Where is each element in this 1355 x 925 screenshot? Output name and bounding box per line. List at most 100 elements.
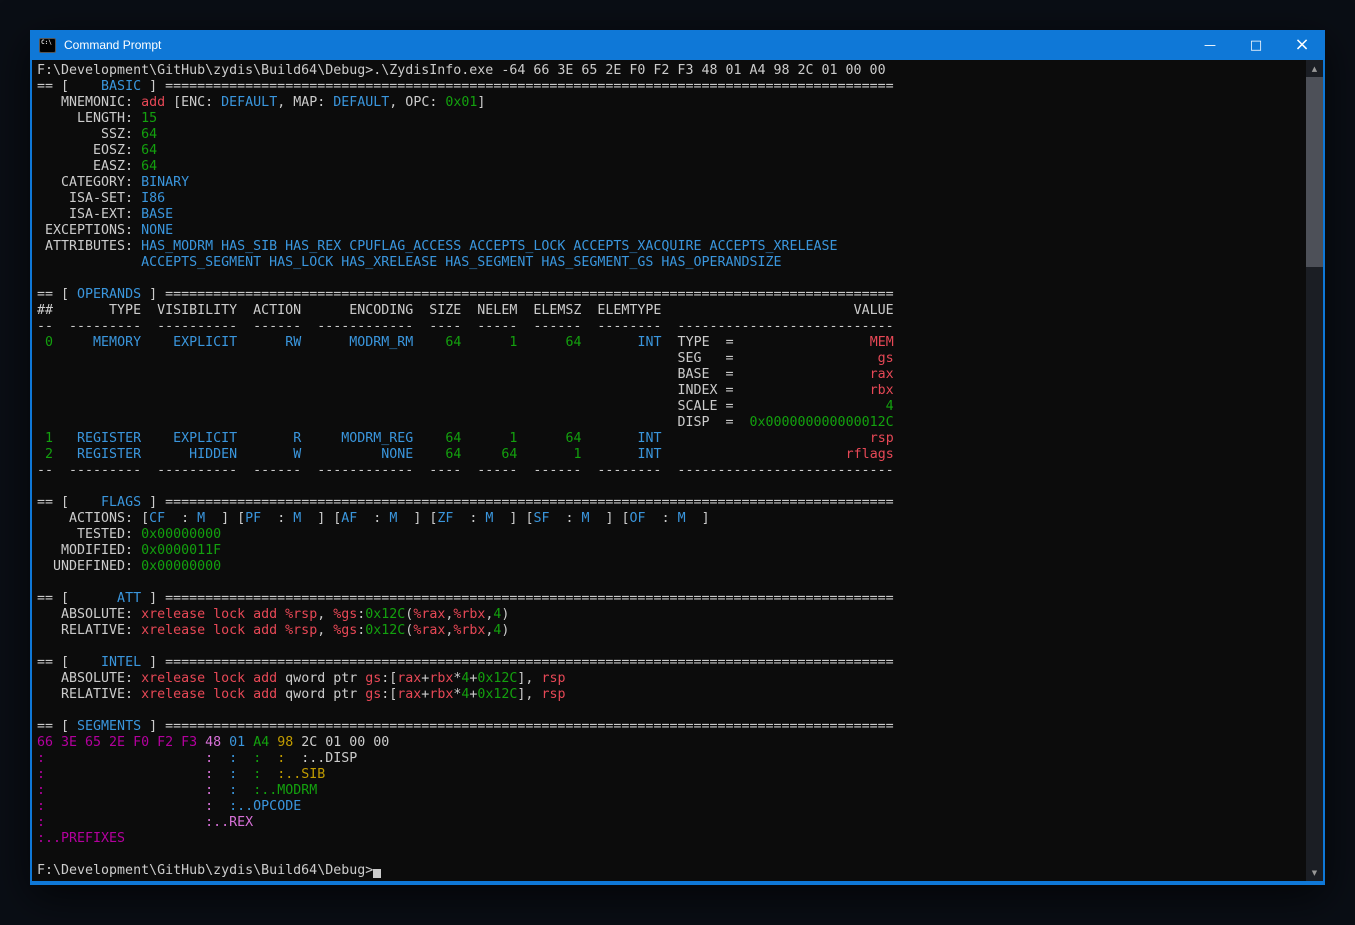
text-segment bbox=[733, 399, 885, 414]
text-segment: TYPE = bbox=[662, 335, 734, 350]
text-segment: : bbox=[165, 511, 197, 526]
text-segment: 0x12C bbox=[365, 623, 405, 638]
console-body: F:\Development\GitHub\zydis\Build64\Debu… bbox=[32, 60, 1323, 881]
text-segment bbox=[53, 335, 69, 350]
text-segment: xrelease lock add bbox=[141, 671, 277, 686]
close-button[interactable]: × bbox=[1279, 30, 1325, 60]
text-segment bbox=[45, 783, 205, 798]
text-segment: SCALE = bbox=[677, 399, 733, 414]
text-segment: 0x0000011F bbox=[141, 543, 221, 558]
text-segment: rsp bbox=[870, 431, 894, 446]
maximize-button[interactable]: □ bbox=[1233, 30, 1279, 60]
text-segment: rax bbox=[397, 671, 421, 686]
text-segment: VALUE bbox=[854, 303, 894, 318]
text-segment: [ENC: bbox=[165, 95, 221, 110]
text-segment: 64 bbox=[429, 431, 461, 446]
terminal-line: -- --------- ---------- ------ ---------… bbox=[37, 463, 1306, 479]
terminal-line: EXCEPTIONS: NONE bbox=[37, 223, 1306, 239]
scrollbar[interactable]: ▲ ▼ bbox=[1306, 60, 1323, 881]
text-segment bbox=[517, 447, 533, 462]
terminal-line: == [ INTEL ] ===========================… bbox=[37, 655, 1306, 671]
text-segment: %rax bbox=[413, 623, 445, 638]
text-segment: ] bbox=[141, 287, 165, 302]
text-segment bbox=[37, 399, 677, 414]
text-segment: 1 bbox=[533, 447, 581, 462]
text-segment bbox=[213, 767, 229, 782]
minimize-button[interactable]: — bbox=[1187, 30, 1233, 60]
terminal-line: ISA-EXT: BASE bbox=[37, 207, 1306, 223]
text-segment: , MAP: bbox=[277, 95, 333, 110]
text-segment: BASE = bbox=[677, 367, 733, 382]
terminal-output[interactable]: F:\Development\GitHub\zydis\Build64\Debu… bbox=[32, 60, 1306, 881]
text-segment: : bbox=[37, 783, 45, 798]
text-segment bbox=[734, 335, 870, 350]
text-segment: :..PREFIXES bbox=[37, 831, 125, 846]
text-segment bbox=[45, 767, 205, 782]
text-segment: == [ bbox=[37, 591, 77, 606]
terminal-line: ACCEPTS_SEGMENT HAS_LOCK HAS_XRELEASE HA… bbox=[37, 255, 1306, 271]
text-segment: M bbox=[197, 511, 205, 526]
terminal-line: ATTRIBUTES: HAS_MODRM HAS_SIB HAS_REX CP… bbox=[37, 239, 1306, 255]
text-segment: ========================================… bbox=[165, 495, 894, 510]
text-segment: ] bbox=[141, 79, 165, 94]
terminal-line: SCALE = 4 bbox=[37, 399, 1306, 415]
text-segment: :[ bbox=[381, 671, 397, 686]
text-segment: EXPLICIT bbox=[157, 335, 237, 350]
scroll-up-button[interactable]: ▲ bbox=[1306, 60, 1323, 77]
terminal-line: UNDEFINED: 0x00000000 bbox=[37, 559, 1306, 575]
scrollbar-thumb[interactable] bbox=[1306, 77, 1323, 267]
terminal-line: : : : : : :..DISP bbox=[37, 751, 1306, 767]
scroll-up-icon: ▲ bbox=[1312, 65, 1317, 73]
text-segment: : bbox=[549, 511, 581, 526]
text-segment: : bbox=[205, 767, 213, 782]
terminal-line: 2 REGISTER HIDDEN W NONE 64 64 1 INT rfl… bbox=[37, 447, 1306, 463]
terminal-line: ABSOLUTE: xrelease lock add qword ptr gs… bbox=[37, 671, 1306, 687]
text-segment: : bbox=[646, 511, 678, 526]
text-segment bbox=[37, 383, 677, 398]
text-segment: 15 bbox=[141, 111, 157, 126]
text-segment: ========================================… bbox=[165, 79, 894, 94]
text-segment: ] [ bbox=[493, 511, 533, 526]
text-segment bbox=[45, 815, 205, 830]
text-segment: -- --------- ---------- ------ ---------… bbox=[37, 319, 894, 334]
text-segment: == [ bbox=[37, 495, 77, 510]
window-controls: — □ × bbox=[1187, 30, 1325, 60]
text-segment: INTEL bbox=[77, 655, 141, 670]
text-segment: : bbox=[205, 783, 213, 798]
terminal-line: : : : : :..SIB bbox=[37, 767, 1306, 783]
text-segment: xrelease lock add %rsp bbox=[141, 623, 317, 638]
text-segment: == [ bbox=[37, 79, 77, 94]
terminal-line: DISP = 0x000000000000012C bbox=[37, 415, 1306, 431]
terminal-line: : : : :..MODRM bbox=[37, 783, 1306, 799]
terminal-line bbox=[37, 847, 1306, 863]
text-segment: ] bbox=[141, 495, 165, 510]
text-segment bbox=[213, 783, 229, 798]
text-segment bbox=[581, 335, 597, 350]
text-segment bbox=[237, 767, 253, 782]
close-icon: × bbox=[1294, 37, 1309, 53]
text-segment: W bbox=[253, 447, 301, 462]
text-segment: SEG = bbox=[677, 351, 733, 366]
text-segment: AF bbox=[341, 511, 357, 526]
text-segment: ========================================… bbox=[165, 719, 894, 734]
text-segment: DEFAULT bbox=[333, 95, 389, 110]
terminal-line: MNEMONIC: add [ENC: DEFAULT, MAP: DEFAUL… bbox=[37, 95, 1306, 111]
text-segment: 0x12C bbox=[477, 671, 517, 686]
text-segment: : bbox=[205, 799, 213, 814]
text-segment: EXPLICIT bbox=[157, 431, 237, 446]
terminal-line: :..PREFIXES bbox=[37, 831, 1306, 847]
text-segment: INDEX = bbox=[677, 383, 733, 398]
text-segment bbox=[301, 447, 317, 462]
text-segment: PF bbox=[245, 511, 261, 526]
titlebar[interactable]: C:\ Command Prompt — □ × bbox=[30, 30, 1325, 60]
text-segment: ========================================… bbox=[165, 287, 894, 302]
terminal-line: F:\Development\GitHub\zydis\Build64\Debu… bbox=[37, 863, 1306, 879]
terminal-line bbox=[37, 703, 1306, 719]
text-segment: EASZ: bbox=[37, 159, 141, 174]
text-segment: I86 bbox=[141, 191, 165, 206]
text-segment: xrelease lock add %rsp bbox=[141, 607, 317, 622]
scroll-down-button[interactable]: ▼ bbox=[1306, 864, 1323, 881]
text-segment: F:\Development\GitHub\zydis\Build64\Debu… bbox=[37, 863, 373, 878]
text-segment: ) bbox=[501, 623, 509, 638]
text-segment bbox=[37, 351, 677, 366]
